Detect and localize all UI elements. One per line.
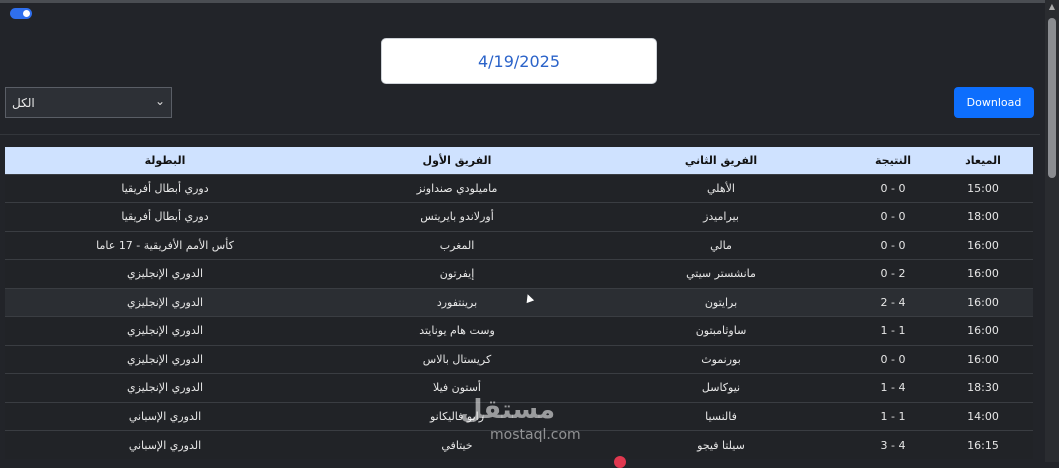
cell-team2: سيلتا فيجو — [697, 438, 745, 452]
header-score[interactable]: النتيجة — [853, 147, 933, 174]
cell-team1: إيفرتون — [439, 267, 475, 281]
cell-score: 1 - 1 — [880, 324, 906, 338]
cell-time: 15:00 — [967, 181, 999, 195]
record-indicator-icon — [614, 456, 626, 468]
cell-team1: وست هام يونايتد — [419, 324, 495, 338]
cell-league: الدوري الإنجليزي — [126, 267, 204, 281]
cell-time: 14:00 — [967, 409, 999, 423]
cell-score: 2 - 4 — [880, 295, 906, 309]
cell-time: 16:00 — [967, 324, 999, 338]
cell-league: الدوري الإسباني — [128, 409, 202, 423]
cell-time: 18:30 — [967, 381, 999, 395]
cell-league: دوري أبطال أفريقيا — [121, 210, 209, 224]
filter-selected-value: الكل — [12, 96, 35, 110]
table-row[interactable]: 18:00 0 - 0 بيراميدز أورلاندو بايريتس دو… — [5, 202, 1033, 231]
cell-team1: المغرب — [439, 238, 475, 252]
header-league[interactable]: البطولة — [5, 147, 325, 174]
cell-team1: كريستال بالاس — [422, 352, 492, 366]
cell-score: 0 - 0 — [880, 210, 906, 224]
cell-team2: نيوكاسل — [701, 381, 741, 395]
header-team2[interactable]: الفريق الثاني — [589, 147, 853, 174]
cell-league: كأس الأمم الأفريقية - 17 عاما — [96, 238, 234, 252]
table-row[interactable]: 16:00 1 - 1 ساوثامبتون وست هام يونايتد ا… — [5, 316, 1033, 345]
cell-team2: برايتون — [704, 295, 738, 309]
cell-team2: فالنسيا — [705, 409, 737, 423]
header-time[interactable]: الميعاد — [933, 147, 1033, 174]
cell-team2: مانشستر سيتي — [686, 267, 756, 281]
cell-score: 0 - 0 — [880, 238, 906, 252]
cell-league: الدوري الإنجليزي — [126, 295, 204, 309]
cell-score: 0 - 2 — [880, 267, 906, 281]
cell-score: 1 - 4 — [880, 381, 906, 395]
cell-team2: الأهلي — [707, 181, 735, 195]
header-team1[interactable]: الفريق الأول — [325, 147, 589, 174]
cell-time: 16:15 — [967, 438, 999, 452]
cell-league: الدوري الإنجليزي — [126, 324, 204, 338]
cell-team2: بورنموث — [701, 352, 741, 366]
theme-toggle[interactable] — [10, 8, 32, 19]
cell-league: دوري أبطال أفريقيا — [121, 181, 209, 195]
cell-team2: ساوثامبتون — [695, 324, 747, 338]
cell-league: الدوري الإنجليزي — [126, 381, 204, 395]
cell-score: 1 - 1 — [880, 409, 906, 423]
cell-team1: أورلاندو بايريتس — [420, 210, 494, 224]
divider — [0, 134, 1040, 135]
table-row[interactable]: 16:00 0 - 0 مالي المغرب كأس الأمم الأفري… — [5, 231, 1033, 260]
date-display[interactable]: 4/19/2025 — [381, 38, 657, 84]
cell-league: الدوري الإسباني — [128, 438, 202, 452]
chevron-down-icon: ⌄ — [154, 94, 165, 108]
watermark-url: mostaql.com — [490, 427, 581, 443]
cell-time: 16:00 — [967, 238, 999, 252]
cell-score: 0 - 0 — [880, 181, 906, 195]
cell-time: 16:00 — [967, 267, 999, 281]
table-row[interactable]: 15:00 0 - 0 الأهلي ماميلودي صنداونز دوري… — [5, 174, 1033, 203]
cell-team2: بيراميدز — [703, 210, 739, 224]
cell-score: 0 - 0 — [880, 352, 906, 366]
download-button[interactable]: Download — [954, 87, 1034, 118]
toggle-knob — [23, 10, 30, 17]
table-header-row: الميعاد النتيجة الفريق الثاني الفريق الأ… — [5, 147, 1033, 174]
table-row[interactable]: 16:00 0 - 0 بورنموث كريستال بالاس الدوري… — [5, 345, 1033, 374]
cell-score: 3 - 4 — [880, 438, 906, 452]
table-row[interactable]: 16:00 2 - 4 برايتون برينتفورد الدوري الإ… — [5, 288, 1033, 317]
scrollbar-thumb[interactable] — [1048, 18, 1056, 178]
cell-time: 16:00 — [967, 352, 999, 366]
vertical-scrollbar[interactable]: ▲ — [1045, 0, 1059, 462]
cell-team2: مالي — [710, 238, 732, 252]
table-row[interactable]: 16:00 0 - 2 مانشستر سيتي إيفرتون الدوري … — [5, 259, 1033, 288]
cell-team1: ماميلودي صنداونز — [416, 181, 498, 195]
cell-league: الدوري الإنجليزي — [126, 352, 204, 366]
top-border — [0, 0, 1059, 3]
cell-time: 16:00 — [967, 295, 999, 309]
competition-filter-select[interactable]: الكل ⌄ — [5, 87, 172, 118]
scroll-up-icon[interactable]: ▲ — [1045, 2, 1059, 12]
watermark-logo: مستقل — [460, 395, 556, 425]
cell-team1: برينتفورد — [436, 295, 478, 309]
cell-time: 18:00 — [967, 210, 999, 224]
